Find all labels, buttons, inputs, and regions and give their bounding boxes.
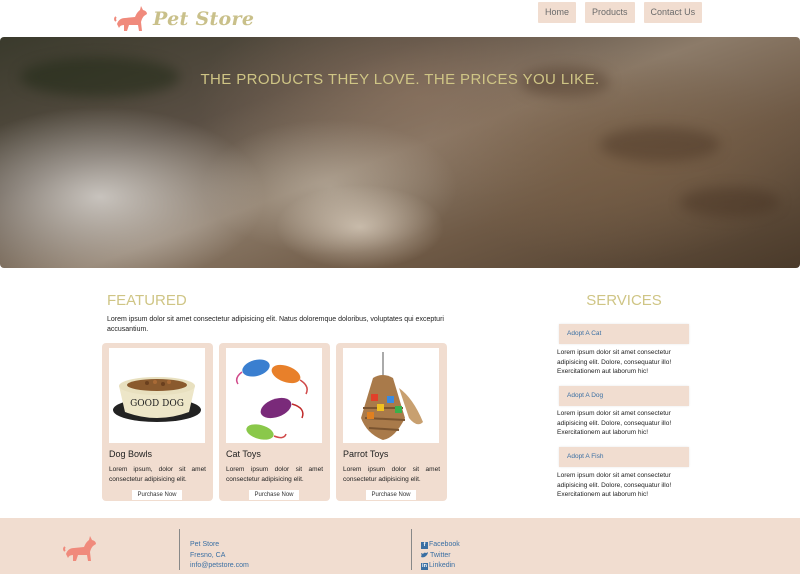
cat-toys-image <box>235 359 308 440</box>
dog-logo-icon <box>114 6 147 31</box>
footer-store-name: Pet Store <box>190 541 220 548</box>
product-description: Lorem ipsum dolor sit amet consectetur a… <box>226 466 323 483</box>
facebook-link[interactable]: f Facebook <box>421 540 460 551</box>
product-cards: GOOD DOG Dog Bowls Lorem ipsum, dolor si… <box>102 343 447 501</box>
facebook-label: Facebook <box>429 541 460 548</box>
product-card-dog-bowls: GOOD DOG Dog Bowls Lorem ipsum, dolor si… <box>102 343 213 501</box>
dog-bowl-image: GOOD DOG <box>113 377 201 422</box>
purchase-now-button[interactable]: Purchase Now <box>366 490 416 500</box>
linkedin-link[interactable]: in Linkedin <box>421 561 460 572</box>
footer-divider <box>411 529 412 570</box>
service-adopt-cat-button[interactable]: Adopt A Cat <box>559 324 689 344</box>
dog-logo-icon <box>63 536 96 561</box>
twitter-link[interactable]: Twitter <box>421 551 460 562</box>
product-name: Cat Toys <box>226 449 261 459</box>
service-adopt-fish-text: Lorem ipsum dolor sit amet consectetur a… <box>557 472 672 499</box>
product-name: Dog Bowls <box>109 449 153 459</box>
featured-heading: FEATURED <box>107 292 187 309</box>
hero-banner: THE PRODUCTS THEY LOVE. THE PRICES YOU L… <box>0 37 800 268</box>
purchase-now-button[interactable]: Purchase Now <box>132 490 182 500</box>
product-image <box>226 348 322 443</box>
logo-text: Pet Store <box>153 8 255 30</box>
parrot-toy-image <box>361 352 423 440</box>
purchase-now-button[interactable]: Purchase Now <box>249 490 299 500</box>
site-header: Pet Store Home Products Contact Us <box>0 0 800 36</box>
product-name: Parrot Toys <box>343 449 389 459</box>
main-nav: Home Products Contact Us <box>538 2 703 23</box>
footer-address: Pet Store Fresno, CA info@petstore.com <box>190 540 249 572</box>
nav-contact-button[interactable]: Contact Us <box>643 2 703 23</box>
footer-city: Fresno, CA <box>190 551 226 559</box>
linkedin-icon: in <box>421 562 428 570</box>
hero-title: THE PRODUCTS THEY LOVE. THE PRICES YOU L… <box>200 71 600 88</box>
featured-description: Lorem ipsum dolor sit amet consectetur a… <box>107 316 444 333</box>
nav-products-button[interactable]: Products <box>585 2 635 23</box>
footer-social-links: f Facebook Twitter in Linkedin <box>421 540 460 572</box>
hero-image-texture <box>680 187 780 217</box>
linkedin-label: Linkedin <box>429 562 456 569</box>
service-adopt-dog-button[interactable]: Adopt A Dog <box>559 386 689 406</box>
services-heading: SERVICES <box>586 292 662 309</box>
twitter-label: Twitter <box>430 551 451 559</box>
facebook-icon: f <box>421 541 428 549</box>
footer-email-link[interactable]: info@petstore.com <box>190 561 249 572</box>
twitter-icon <box>421 552 428 558</box>
product-card-cat-toys: Cat Toys Lorem ipsum dolor sit amet cons… <box>219 343 330 501</box>
product-description: Lorem ipsum dolor sit amet consectetur a… <box>343 466 440 483</box>
site-footer: Pet Store Fresno, CA info@petstore.com f… <box>0 518 800 574</box>
bowl-label: GOOD DOG <box>130 399 184 409</box>
product-image <box>343 348 439 443</box>
service-adopt-cat-text: Lorem ipsum dolor sit amet consectetur a… <box>557 349 672 376</box>
logo[interactable]: Pet Store <box>113 4 254 34</box>
product-card-parrot-toys: Parrot Toys Lorem ipsum dolor sit amet c… <box>336 343 447 501</box>
footer-divider <box>179 529 180 570</box>
nav-home-button[interactable]: Home <box>538 2 577 23</box>
hero-image-texture <box>600 127 720 162</box>
product-image: GOOD DOG <box>109 348 205 443</box>
service-adopt-dog-text: Lorem ipsum dolor sit amet consectetur a… <box>557 410 672 437</box>
product-description: Lorem ipsum, dolor sit amet consectetur … <box>109 466 206 483</box>
service-adopt-fish-button[interactable]: Adopt A Fish <box>559 447 689 467</box>
